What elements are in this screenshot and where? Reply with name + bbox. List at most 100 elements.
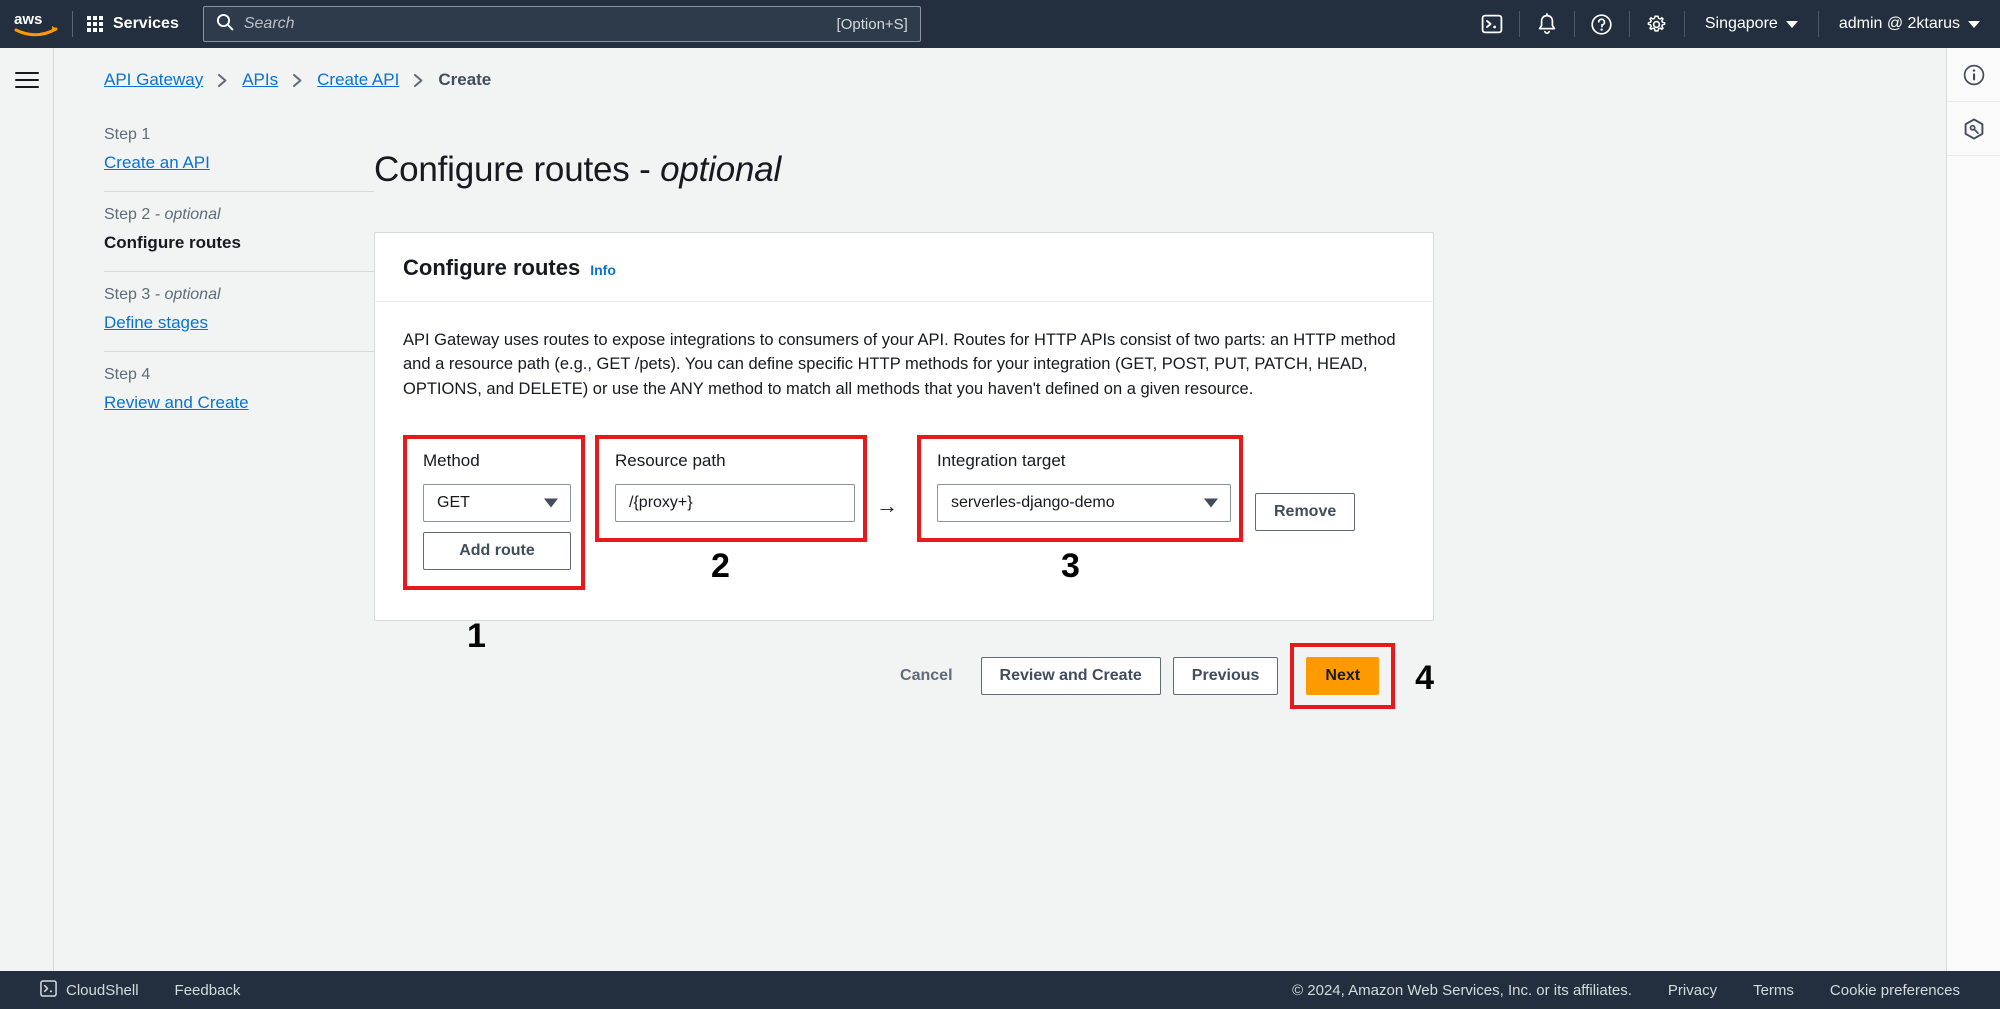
wizard-step-3-number: Step 3 - optional [104, 286, 374, 304]
sidebar-item-configure-routes[interactable]: Configure routes [104, 233, 374, 253]
method-field-group: Method GET Add route 1 [403, 435, 585, 655]
step-number-text: Step 2 [104, 206, 151, 223]
resource-path-label: Resource path [615, 451, 726, 471]
resource-path-field-group: Resource path /{proxy+} 2 [595, 435, 867, 585]
breadcrumb-item-create-api[interactable]: Create API [317, 70, 399, 90]
next-button-highlight: Next [1290, 643, 1396, 710]
wizard-step-navigation: Step 1 Create an API Step 2 - optional C… [54, 90, 374, 709]
account-label: admin @ 2ktarus [1838, 15, 1960, 32]
integration-target-field-group: Integration target serverles-django-demo… [917, 435, 1243, 585]
info-circle-icon[interactable] [1947, 48, 2000, 102]
region-label: Singapore [1704, 15, 1778, 32]
waffle-grid-icon [87, 16, 103, 32]
svg-text:aws: aws [14, 11, 42, 28]
integration-target-select[interactable]: serverles-django-demo [937, 484, 1231, 523]
copyright-text: © 2024, Amazon Web Services, Inc. or its… [1292, 981, 1632, 999]
services-menu-button[interactable]: Services [73, 0, 193, 48]
cloudshell-label: CloudShell [66, 981, 139, 999]
info-link[interactable]: Info [590, 262, 616, 278]
arrow-right-icon: → [867, 493, 907, 519]
page-title-text: Configure routes - [374, 150, 661, 189]
chevron-down-icon [1785, 20, 1798, 28]
page-body: API Gateway APIs Create API Create Step … [54, 48, 1946, 971]
bottom-status-bar: CloudShell Feedback © 2024, Amazon Web S… [0, 971, 2000, 1009]
region-selector[interactable]: Singapore [1685, 0, 1818, 48]
card-description: API Gateway uses routes to expose integr… [403, 331, 1396, 398]
arrow-glyph: → [876, 493, 898, 519]
cloudshell-icon[interactable] [1465, 0, 1519, 48]
annotation-number-2: 2 [711, 547, 730, 586]
card-header: Configure routes Info [375, 233, 1433, 302]
cloudshell-icon [40, 979, 57, 1001]
hamburger-menu-icon[interactable] [14, 72, 39, 88]
sidebar-item-create-an-api[interactable]: Create an API [104, 153, 374, 173]
annotation-number-4: 4 [1415, 658, 1434, 697]
step-number-text: Step 1 [104, 126, 151, 143]
chevron-down-icon [544, 498, 558, 508]
method-select[interactable]: GET [423, 484, 571, 523]
integration-target-label: Integration target [937, 451, 1066, 471]
left-rail [0, 48, 54, 971]
content-wrapper: Step 1 Create an API Step 2 - optional C… [54, 90, 1946, 710]
sidebar-item-review-and-create[interactable]: Review and Create [104, 393, 374, 413]
breadcrumb-item-api-gateway[interactable]: API Gateway [104, 70, 203, 90]
top-nav-right-group: Singapore admin @ 2ktarus [1465, 0, 2000, 48]
method-select-value: GET [437, 494, 470, 512]
top-navigation-bar: aws Services Search [Option+S] Singapore… [0, 0, 2000, 48]
chevron-right-icon [292, 73, 303, 88]
step-number-text: Step 4 [104, 366, 151, 383]
breadcrumb-item-apis[interactable]: APIs [242, 70, 278, 90]
global-search-input[interactable]: Search [Option+S] [202, 6, 921, 42]
bell-icon[interactable] [1520, 0, 1574, 48]
search-placeholder-text: Search [243, 15, 295, 32]
wizard-step-2-number: Step 2 - optional [104, 206, 374, 224]
right-rail [1946, 48, 2000, 971]
annotation-number-3: 3 [1061, 547, 1080, 586]
bottom-bar-right-group: © 2024, Amazon Web Services, Inc. or its… [1274, 982, 1978, 999]
help-icon[interactable] [1575, 0, 1629, 48]
settings-hex-icon[interactable] [1947, 102, 2000, 156]
cancel-button[interactable]: Cancel [884, 657, 968, 695]
chevron-right-icon [217, 73, 228, 88]
wizard-step-2: Step 2 - optional Configure routes [104, 191, 374, 271]
previous-button[interactable]: Previous [1172, 657, 1279, 696]
services-label: Services [113, 15, 179, 32]
integration-target-value: serverles-django-demo [951, 494, 1115, 512]
privacy-link[interactable]: Privacy [1650, 982, 1735, 999]
card-title: Configure routes [403, 255, 581, 280]
card-body: API Gateway uses routes to expose integr… [375, 302, 1433, 655]
breadcrumb: API Gateway APIs Create API Create [54, 48, 1946, 90]
next-button[interactable]: Next [1306, 657, 1380, 696]
main-content: Configure routes - optional Configure ro… [374, 90, 1946, 710]
wizard-step-4: Step 4 Review and Create [104, 351, 374, 431]
aws-logo[interactable]: aws [0, 0, 72, 48]
page-title: Configure routes - optional [374, 150, 1946, 190]
feedback-label: Feedback [174, 981, 241, 999]
wizard-actions: Cancel Review and Create Previous Next 4 [374, 643, 1434, 710]
account-menu[interactable]: admin @ 2ktarus [1819, 0, 2000, 48]
chevron-down-icon [1968, 20, 1980, 28]
cloudshell-launch-button[interactable]: CloudShell [22, 979, 157, 1001]
step-number-text: Step 3 [104, 286, 151, 303]
method-label: Method [423, 451, 480, 471]
step-optional-text: - optional [150, 286, 221, 303]
sidebar-item-define-stages[interactable]: Define stages [104, 313, 374, 333]
gear-icon[interactable] [1630, 0, 1684, 48]
feedback-link[interactable]: Feedback [157, 982, 259, 999]
search-shortcut-hint: [Option+S] [836, 15, 908, 33]
step-optional-text: - optional [150, 206, 221, 223]
terms-link[interactable]: Terms [1735, 982, 1812, 999]
review-and-create-button[interactable]: Review and Create [980, 657, 1161, 696]
wizard-step-1-number: Step 1 [104, 126, 374, 144]
page-title-optional: optional [660, 150, 782, 189]
route-configuration-row: Method GET Add route 1 Resource path /{p… [403, 435, 1405, 655]
resource-path-input[interactable]: /{proxy+} [615, 484, 855, 523]
add-route-button[interactable]: Add route [423, 532, 571, 571]
chevron-down-icon [1204, 498, 1218, 508]
search-icon [216, 13, 234, 36]
remove-route-button[interactable]: Remove [1255, 493, 1356, 532]
chevron-right-icon [413, 73, 424, 88]
resource-path-value: /{proxy+} [629, 494, 693, 512]
cookie-preferences-link[interactable]: Cookie preferences [1812, 982, 1978, 999]
wizard-step-3: Step 3 - optional Define stages [104, 271, 374, 351]
